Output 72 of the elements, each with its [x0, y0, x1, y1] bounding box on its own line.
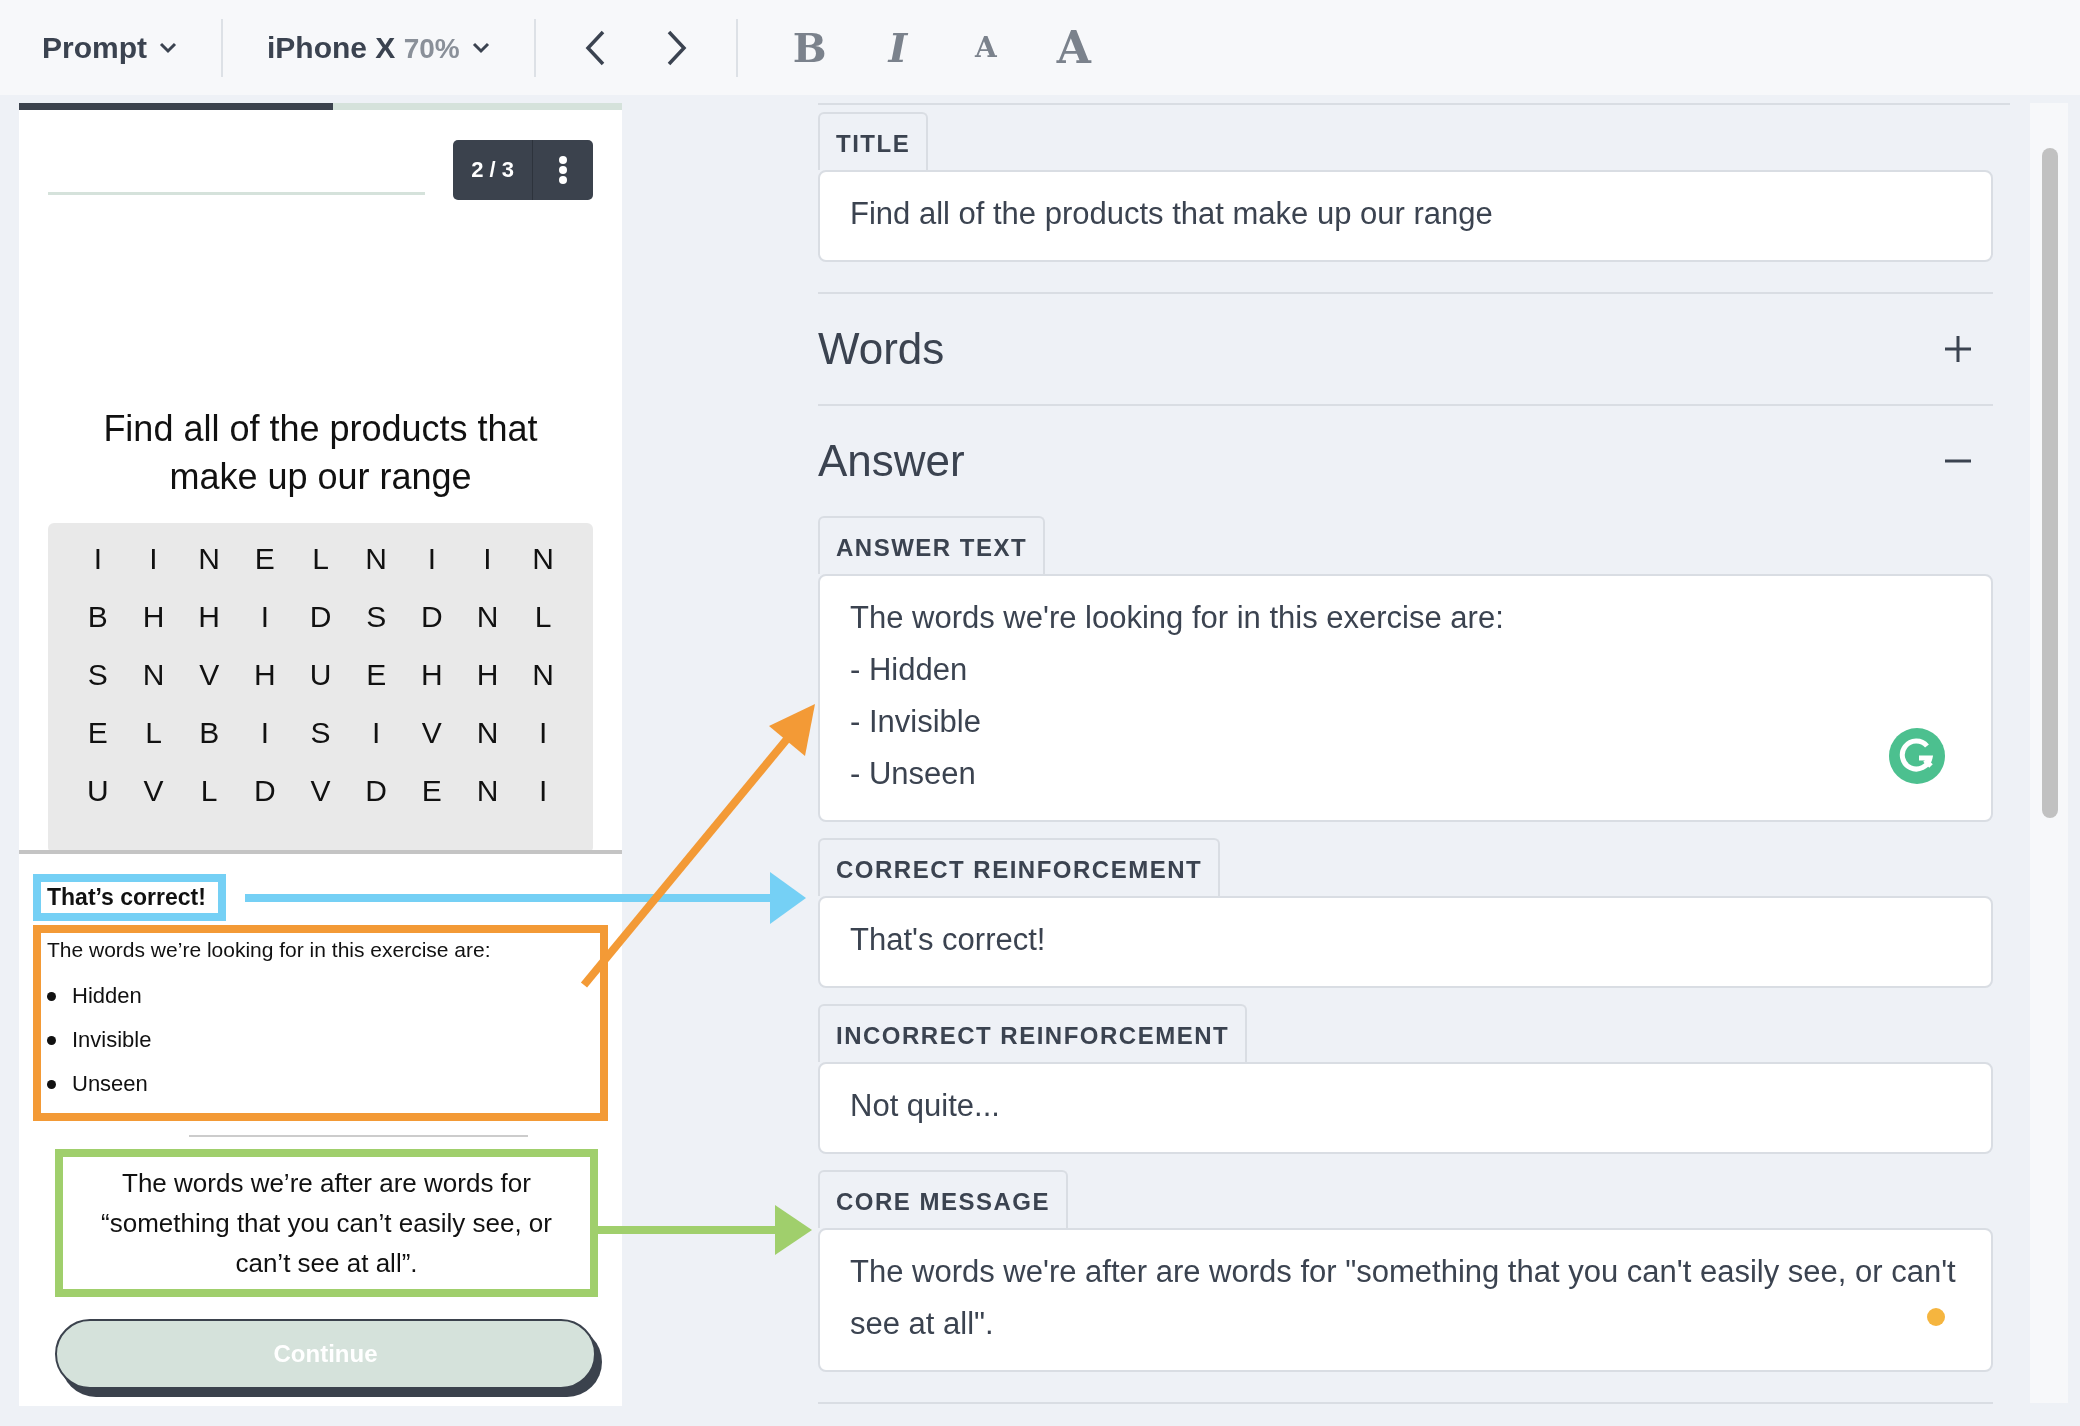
grid-letter[interactable]: S	[292, 711, 349, 755]
grid-letter[interactable]: D	[404, 595, 460, 639]
grid-letter[interactable]: L	[125, 711, 182, 755]
bullet-icon	[47, 1035, 56, 1045]
grid-letter[interactable]: N	[125, 653, 182, 697]
grid-letter[interactable]: E	[237, 537, 293, 581]
grid-letter[interactable]: U	[70, 769, 126, 813]
grid-letter[interactable]: L	[181, 769, 237, 813]
scrollbar-thumb[interactable]	[2042, 148, 2058, 818]
bullet-icon	[47, 1079, 56, 1089]
larger-text-button[interactable]: A	[1045, 22, 1102, 73]
section-heading: Words	[818, 324, 945, 374]
grid-letter[interactable]: L	[515, 595, 571, 639]
grid-letter[interactable]: D	[292, 595, 349, 639]
grid-letter[interactable]: I	[70, 537, 126, 581]
chevron-down-icon	[159, 41, 177, 54]
section-heading: Answer	[818, 436, 965, 486]
grid-letter[interactable]: N	[348, 537, 404, 581]
text-field[interactable]: That's correct!	[818, 896, 1993, 988]
grid-letter[interactable]: I	[237, 595, 293, 639]
grid-letter[interactable]: I	[515, 769, 571, 813]
grid-letter[interactable]: V	[181, 653, 237, 697]
grid-letter[interactable]: U	[292, 653, 349, 697]
text-field[interactable]: The words we're after are words for "something that you can't easily see, or can't see at all".	[818, 1228, 1993, 1372]
grid-letter[interactable]: N	[515, 537, 571, 581]
grid-letter[interactable]: S	[348, 595, 404, 639]
smaller-text-button[interactable]: A	[957, 31, 1014, 64]
page-counter: 2 / 3	[453, 140, 533, 200]
core-message: The words we’re after are words for “something that you can’t easily see, or can’t see at all”.	[55, 1149, 598, 1297]
bullet-icon	[47, 991, 56, 1001]
grid-letter[interactable]: H	[237, 653, 293, 697]
answer-intro: The words we’re looking for in this exercise are:	[47, 937, 492, 963]
grid-letter[interactable]: S	[70, 653, 126, 697]
grid-letter[interactable]: N	[181, 537, 237, 581]
list-item-text: Hidden	[72, 983, 142, 1009]
chevron-down-icon	[471, 41, 490, 54]
grid-letter[interactable]: E	[404, 769, 460, 813]
bold-button[interactable]: B	[781, 24, 838, 71]
grid-letter[interactable]: H	[125, 595, 182, 639]
grid-letter[interactable]: I	[404, 537, 460, 581]
grid-letter[interactable]: N	[515, 653, 571, 697]
grid-letter[interactable]: L	[292, 537, 349, 581]
grid-letter[interactable]: H	[181, 595, 237, 639]
grid-letter[interactable]: B	[181, 711, 237, 755]
grid-letter[interactable]: N	[459, 769, 516, 813]
grid-letter[interactable]: H	[404, 653, 460, 697]
exercise-title: Find all of the products that make up our range	[102, 407, 539, 499]
grid-letter[interactable]: E	[348, 653, 404, 697]
grid-letter[interactable]: N	[459, 595, 516, 639]
grid-letter[interactable]: D	[237, 769, 293, 813]
grid-letter[interactable]: I	[237, 711, 293, 755]
grid-letter[interactable]: V	[292, 769, 349, 813]
grid-letter[interactable]: I	[459, 537, 516, 581]
grid-letter[interactable]: V	[125, 769, 182, 813]
mode-dropdown[interactable]: Prompt	[42, 24, 177, 71]
grid-letter[interactable]: I	[515, 711, 571, 755]
correct-feedback: That’s correct!	[47, 884, 206, 910]
grid-letter[interactable]: B	[70, 595, 126, 639]
grid-letter[interactable]: H	[459, 653, 516, 697]
list-item-text: Unseen	[72, 1071, 148, 1097]
text-field[interactable]: Not quite...	[818, 1062, 1993, 1154]
grid-letter[interactable]: E	[70, 711, 126, 755]
title-field[interactable]: Find all of the products that make up our range	[818, 170, 1993, 262]
grid-letter[interactable]: V	[404, 711, 460, 755]
grid-letter[interactable]: D	[348, 769, 404, 813]
grid-letter[interactable]: I	[348, 711, 404, 755]
grid-letter[interactable]: I	[125, 537, 182, 581]
italic-button[interactable]: I	[869, 24, 926, 71]
device-dropdown[interactable]: iPhone X 70%	[267, 24, 490, 71]
grid-letter[interactable]: N	[459, 711, 516, 755]
text-field[interactable]: The words we're looking for in this exercise are: - Hidden - Invisible - Unseen	[818, 574, 1993, 822]
list-item-text: Invisible	[72, 1027, 152, 1053]
